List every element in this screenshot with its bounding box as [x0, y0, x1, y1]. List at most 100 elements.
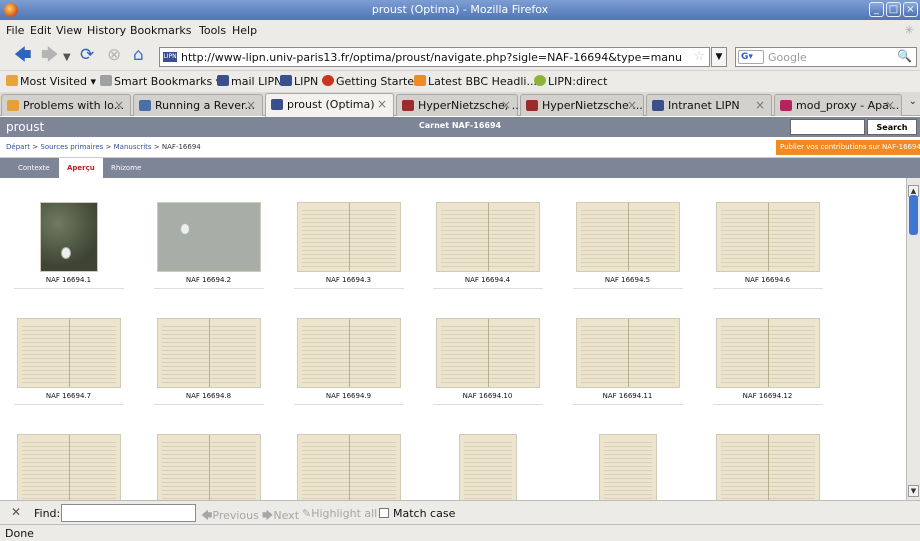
- manuscript-page-image[interactable]: [16, 434, 121, 500]
- manuscript-thumbnail[interactable]: NAF 16694.6: [705, 202, 830, 289]
- thumbnail-caption[interactable]: NAF 16694.7: [6, 392, 131, 400]
- tab-rhizome[interactable]: Rhizome: [103, 158, 149, 178]
- manuscript-page-image[interactable]: [296, 318, 401, 388]
- minimize-button[interactable]: _: [869, 2, 884, 17]
- close-tab-icon[interactable]: ×: [501, 98, 511, 112]
- manuscript-thumbnail[interactable]: NAF 16694.3: [286, 202, 411, 289]
- manuscript-thumbnail[interactable]: [146, 434, 271, 500]
- manuscript-thumbnail[interactable]: NAF 16694.1: [6, 202, 131, 289]
- tab-contexte[interactable]: Contexte: [10, 158, 58, 178]
- manuscript-page-image[interactable]: [39, 202, 98, 272]
- manuscript-page-image[interactable]: [296, 434, 401, 500]
- thumbnail-caption[interactable]: NAF 16694.5: [565, 276, 690, 284]
- site-search-button[interactable]: Search: [867, 119, 917, 135]
- site-search-input[interactable]: [790, 119, 865, 135]
- manuscript-page-image[interactable]: [296, 202, 401, 272]
- maximize-button[interactable]: □: [886, 2, 901, 17]
- close-tab-icon[interactable]: ×: [246, 98, 256, 112]
- manuscript-page-image[interactable]: [598, 434, 657, 500]
- close-tab-icon[interactable]: ×: [114, 98, 124, 112]
- thumbnail-caption[interactable]: NAF 16694.11: [565, 392, 690, 400]
- menu-file[interactable]: File: [6, 24, 24, 37]
- menu-edit[interactable]: Edit: [30, 24, 51, 37]
- manuscript-thumbnail[interactable]: NAF 16694.5: [565, 202, 690, 289]
- close-tab-icon[interactable]: ×: [377, 97, 387, 111]
- tab-hypernietzsche-2[interactable]: HyperNietzsche ... ×: [520, 94, 644, 116]
- tab-mod-proxy[interactable]: mod_proxy - Apa... ×: [774, 94, 902, 116]
- manuscript-page-image[interactable]: [156, 202, 261, 272]
- close-tab-icon[interactable]: ×: [627, 98, 637, 112]
- bookmark-lipn-direct[interactable]: LIPN:direct: [534, 75, 607, 88]
- manuscript-thumbnail[interactable]: [6, 434, 131, 500]
- close-find-bar-icon[interactable]: ✕: [11, 505, 21, 519]
- url-history-dropdown-icon[interactable]: ▼: [711, 47, 727, 67]
- bookmark-star-icon[interactable]: ☆: [693, 49, 705, 64]
- thumbnail-caption[interactable]: NAF 16694.12: [705, 392, 830, 400]
- thumbnail-caption[interactable]: NAF 16694.4: [425, 276, 550, 284]
- forward-arrow-icon[interactable]: 🡆: [41, 45, 59, 65]
- close-tab-icon[interactable]: ×: [755, 98, 765, 112]
- bookmark-smart-bookmarks[interactable]: Smart Bookmarks ▾: [100, 75, 221, 88]
- find-input[interactable]: [61, 504, 196, 522]
- reload-icon[interactable]: ⟳: [80, 45, 94, 65]
- history-dropdown-icon[interactable]: ▼: [63, 48, 71, 68]
- tab-problems[interactable]: Problems with lo... ×: [1, 94, 131, 116]
- thumbnail-caption[interactable]: NAF 16694.10: [425, 392, 550, 400]
- bookmark-most-visited[interactable]: Most Visited ▾: [6, 75, 96, 88]
- manuscript-thumbnail[interactable]: [565, 434, 690, 500]
- manuscript-thumbnail[interactable]: NAF 16694.10: [425, 318, 550, 405]
- tab-proust-optima[interactable]: proust (Optima) ×: [265, 93, 394, 117]
- manuscript-thumbnail[interactable]: NAF 16694.12: [705, 318, 830, 405]
- breadcrumb-manuscrits[interactable]: Manuscrits: [114, 143, 152, 151]
- menu-bookmarks[interactable]: Bookmarks: [130, 24, 191, 37]
- list-all-tabs-icon[interactable]: ⌄: [909, 96, 917, 107]
- web-search-box[interactable]: G▾ Google 🔍: [735, 47, 917, 67]
- manuscript-page-image[interactable]: [715, 318, 820, 388]
- thumbnail-caption[interactable]: NAF 16694.9: [286, 392, 411, 400]
- thumbnail-caption[interactable]: NAF 16694.3: [286, 276, 411, 284]
- bookmark-lipn[interactable]: LIPN: [280, 75, 318, 88]
- publish-contributions-link[interactable]: Publier vos contributions sur NAF-16694: [776, 140, 920, 155]
- tab-apercu[interactable]: Aperçu: [59, 158, 103, 178]
- close-tab-icon[interactable]: ×: [885, 98, 895, 112]
- manuscript-page-image[interactable]: [435, 202, 540, 272]
- search-icon[interactable]: 🔍: [897, 49, 912, 63]
- manuscript-thumbnail[interactable]: NAF 16694.8: [146, 318, 271, 405]
- back-arrow-icon[interactable]: 🡄: [14, 45, 32, 65]
- manuscript-page-image[interactable]: [156, 434, 261, 500]
- manuscript-page-image[interactable]: [435, 318, 540, 388]
- thumbnail-caption[interactable]: NAF 16694.2: [146, 276, 271, 284]
- bookmark-mail-lipn[interactable]: mail LIPN: [217, 75, 282, 88]
- bookmark-bbc-headlines[interactable]: Latest BBC Headli... ▾: [414, 75, 546, 88]
- highlight-all-button[interactable]: ✎Highlight all: [302, 507, 377, 520]
- thumbnail-caption[interactable]: NAF 16694.6: [705, 276, 830, 284]
- site-identity-icon[interactable]: LIPN: [163, 52, 177, 62]
- manuscript-thumbnail[interactable]: NAF 16694.9: [286, 318, 411, 405]
- menu-help[interactable]: Help: [232, 24, 257, 37]
- tab-intranet-lipn[interactable]: Intranet LIPN ×: [646, 94, 772, 116]
- menu-history[interactable]: History: [87, 24, 126, 37]
- search-engine-selector[interactable]: G▾: [738, 50, 764, 64]
- thumbnail-caption[interactable]: NAF 16694.1: [6, 276, 131, 284]
- tab-hypernietzsche-1[interactable]: HyperNietzsche, ... ×: [396, 94, 522, 116]
- bookmark-getting-started[interactable]: Getting Started: [322, 75, 421, 88]
- breadcrumb-sources[interactable]: Sources primaires: [40, 143, 103, 151]
- manuscript-thumbnail[interactable]: NAF 16694.7: [6, 318, 131, 405]
- home-icon[interactable]: ⌂: [133, 45, 144, 65]
- manuscript-thumbnail[interactable]: NAF 16694.4: [425, 202, 550, 289]
- tab-running-reverse[interactable]: Running a Rever... ×: [133, 94, 263, 116]
- manuscript-page-image[interactable]: [575, 202, 680, 272]
- scrollbar-thumb[interactable]: [909, 195, 918, 235]
- url-text[interactable]: http://www-lipn.univ-paris13.fr/optima/p…: [181, 51, 681, 64]
- match-case-label[interactable]: Match case: [393, 507, 455, 520]
- stop-icon[interactable]: ⊗: [107, 45, 121, 65]
- manuscript-thumbnail[interactable]: [705, 434, 830, 500]
- menu-view[interactable]: View: [56, 24, 82, 37]
- manuscript-thumbnail[interactable]: NAF 16694.2: [146, 202, 271, 289]
- breadcrumb-depart[interactable]: Départ: [6, 143, 30, 151]
- manuscript-thumbnail[interactable]: [425, 434, 550, 500]
- manuscript-page-image[interactable]: [16, 318, 121, 388]
- thumbnail-caption[interactable]: NAF 16694.8: [146, 392, 271, 400]
- url-bar[interactable]: LIPN http://www-lipn.univ-paris13.fr/opt…: [159, 47, 710, 67]
- scroll-down-icon[interactable]: ▼: [908, 485, 919, 497]
